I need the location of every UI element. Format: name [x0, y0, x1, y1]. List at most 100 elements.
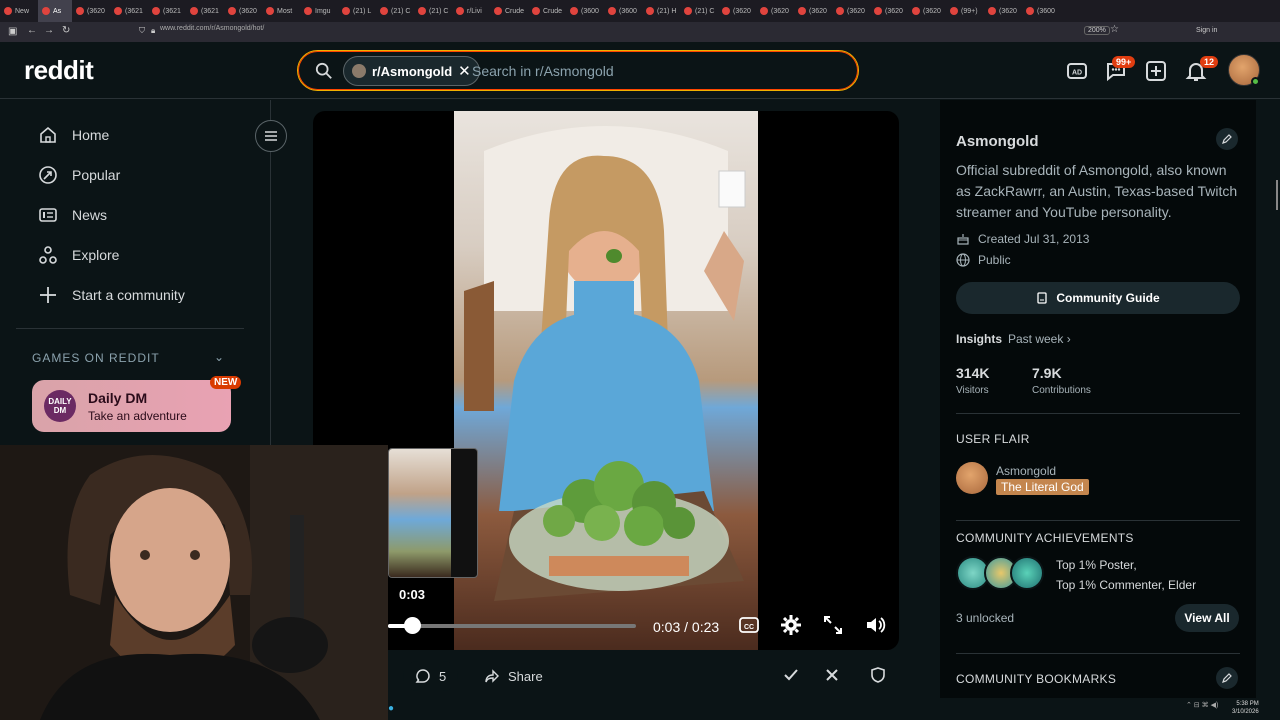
tab-label: (3620: [87, 7, 105, 15]
remove-x-icon[interactable]: [823, 666, 841, 684]
chevron-down-icon[interactable]: ⌄: [214, 350, 224, 364]
sidebar-item-home[interactable]: Home: [38, 125, 109, 145]
browser-tab[interactable]: (3600: [604, 0, 642, 22]
reddit-header: reddit r/Asmongold ✕ Search in r/Asmongo…: [0, 42, 1280, 99]
browser-tab[interactable]: (21) H: [642, 0, 680, 22]
sidebar-item-popular[interactable]: Popular: [38, 165, 120, 185]
browser-tab[interactable]: (3620: [984, 0, 1022, 22]
browser-tab[interactable]: (3620: [224, 0, 262, 22]
clock[interactable]: 5:38 PM 3/10/2026: [1232, 700, 1259, 716]
flair-tag[interactable]: The Literal God: [996, 479, 1089, 495]
create-post-icon[interactable]: [1144, 59, 1168, 83]
sidebar-item-explore[interactable]: Explore: [38, 245, 119, 265]
back-icon[interactable]: ←: [27, 25, 37, 36]
book-icon: [1037, 292, 1047, 304]
tab-label: (21) C: [695, 7, 715, 15]
browser-tab[interactable]: (99+): [946, 0, 984, 22]
browser-tab[interactable]: (3620: [72, 0, 110, 22]
sidebar-toggle-icon[interactable]: ▣: [8, 26, 17, 37]
sidebar-item-news[interactable]: News: [38, 205, 107, 225]
volume-icon[interactable]: [864, 614, 886, 636]
browser-tab[interactable]: (3600: [566, 0, 604, 22]
scrollbar-thumb[interactable]: [1276, 180, 1278, 210]
user-avatar[interactable]: [1228, 54, 1260, 86]
bookmark-star-icon[interactable]: ☆: [1110, 24, 1119, 35]
browser-tab[interactable]: (21) C: [680, 0, 718, 22]
reload-icon[interactable]: ↻: [62, 25, 70, 36]
chip-label: r/Asmongold: [372, 63, 453, 79]
tab-favicon-icon: [684, 7, 692, 15]
comment-icon: [415, 669, 430, 683]
achievement-badge-icon[interactable]: [1010, 556, 1044, 590]
captions-icon[interactable]: CC: [738, 614, 760, 636]
browser-address-bar: ▣ ← → ↻ ⛉ 🔒︎ www.reddit.com/r/Asmongold/…: [0, 22, 1280, 42]
browser-tab[interactable]: (21) C: [414, 0, 452, 22]
browser-tab[interactable]: (21) C: [376, 0, 414, 22]
forward-icon[interactable]: →: [44, 25, 54, 36]
share-button[interactable]: Share: [470, 661, 557, 691]
url-field[interactable]: www.reddit.com/r/Asmongold/hot/: [160, 25, 264, 32]
insights-label: Insights: [956, 332, 1003, 346]
taskbar-app-icon[interactable]: ●: [388, 703, 394, 714]
signin-link[interactable]: Sign in: [1196, 27, 1217, 34]
browser-tab[interactable]: (3620: [870, 0, 908, 22]
browser-tab[interactable]: As: [38, 0, 72, 22]
tab-label: (21) C: [391, 7, 411, 15]
search-bar[interactable]: r/Asmongold ✕ Search in r/Asmongold: [297, 50, 859, 91]
visibility: Public: [956, 253, 1011, 267]
expand-icon[interactable]: [822, 614, 844, 636]
browser-tab[interactable]: Crude: [490, 0, 528, 22]
divider: [956, 520, 1240, 521]
browser-tab[interactable]: r/Livi: [452, 0, 490, 22]
tab-label: As: [53, 7, 62, 15]
achievements-text: Top 1% Poster, Top 1% Commenter, Elder: [1056, 555, 1196, 595]
video-progress-bar[interactable]: [388, 624, 636, 628]
browser-tab[interactable]: (3621: [110, 0, 148, 22]
browser-tab[interactable]: (3600: [1022, 0, 1060, 22]
scrub-handle[interactable]: [404, 617, 421, 634]
tab-favicon-icon: [988, 7, 996, 15]
browser-tab[interactable]: (3620: [832, 0, 870, 22]
browser-tab[interactable]: Crude: [528, 0, 566, 22]
close-icon[interactable]: ✕: [458, 62, 471, 80]
unlocked-count: 3 unlocked: [956, 611, 1015, 625]
community-guide-button[interactable]: Community Guide: [956, 282, 1240, 314]
home-icon: [40, 126, 56, 143]
browser-tab[interactable]: Most: [262, 0, 300, 22]
daily-dm-card[interactable]: DAILY DM Daily DM Take an adventure NEW: [32, 376, 242, 432]
sidebar-collapse-button[interactable]: [255, 120, 287, 152]
browser-tab[interactable]: (3620: [908, 0, 946, 22]
mod-shield-icon[interactable]: [869, 666, 887, 684]
browser-tab[interactable]: (3620: [794, 0, 832, 22]
comments-button[interactable]: 5: [403, 661, 459, 691]
explore-icon: [39, 246, 57, 264]
reddit-logo[interactable]: reddit: [24, 55, 94, 86]
advertise-icon[interactable]: AD: [1065, 59, 1089, 83]
sidebar-item-start-community[interactable]: Start a community: [38, 285, 185, 305]
tab-favicon-icon: [760, 7, 768, 15]
browser-tab[interactable]: Imgu: [300, 0, 338, 22]
view-all-button[interactable]: View All: [1175, 604, 1239, 632]
zoom-level[interactable]: 200%: [1084, 26, 1110, 35]
tab-favicon-icon: [874, 7, 882, 15]
subreddit-search-chip[interactable]: r/Asmongold ✕: [343, 56, 480, 86]
browser-tab[interactable]: New: [0, 0, 38, 22]
search-input[interactable]: Search in r/Asmongold: [472, 63, 614, 79]
settings-gear-icon[interactable]: [780, 614, 802, 636]
games-section-header[interactable]: GAMES ON REDDIT: [32, 351, 160, 365]
approve-check-icon[interactable]: [782, 666, 800, 684]
tab-favicon-icon: [1026, 7, 1034, 15]
edit-button[interactable]: [1216, 128, 1238, 150]
shield-icon[interactable]: ⛉: [139, 26, 145, 36]
browser-tab[interactable]: (3620: [718, 0, 756, 22]
browser-tab[interactable]: (3620: [756, 0, 794, 22]
insights-period-dropdown[interactable]: Past week ›: [1008, 332, 1071, 346]
browser-tab[interactable]: (3621: [148, 0, 186, 22]
edit-bookmarks-button[interactable]: [1216, 667, 1238, 689]
system-tray[interactable]: ⌃ ⊟ ⌘ ◀︎): [1186, 701, 1218, 709]
browser-tab[interactable]: (21) L: [338, 0, 376, 22]
tab-favicon-icon: [228, 7, 236, 15]
online-status-dot: [1251, 77, 1260, 86]
contributions-label: Contributions: [1032, 385, 1091, 396]
browser-tab[interactable]: (3621: [186, 0, 224, 22]
